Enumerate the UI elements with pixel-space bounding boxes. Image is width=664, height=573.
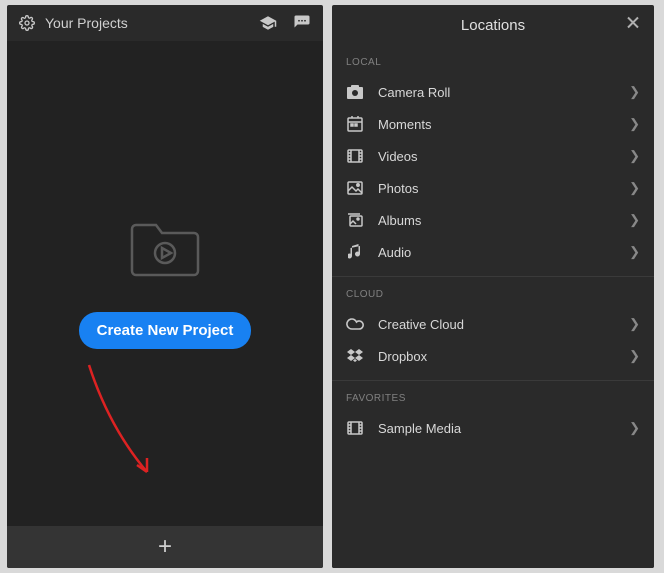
- add-project-bar[interactable]: +: [7, 526, 323, 568]
- moments-icon: [346, 116, 364, 132]
- chevron-right-icon: ❯: [629, 180, 640, 196]
- chevron-right-icon: ❯: [629, 212, 640, 228]
- tutorials-icon[interactable]: [259, 14, 277, 32]
- item-label: Albums: [378, 213, 629, 228]
- camera-roll-icon: [346, 85, 364, 99]
- albums-icon: [346, 213, 364, 227]
- location-item-dropbox[interactable]: Dropbox ❯: [332, 340, 654, 372]
- projects-body: Create New Project: [7, 41, 323, 526]
- plus-icon: +: [158, 533, 172, 561]
- locations-title: Locations: [461, 17, 525, 34]
- location-item-albums[interactable]: Albums ❯: [332, 204, 654, 236]
- location-item-sample-media[interactable]: Sample Media ❯: [332, 412, 654, 444]
- chevron-right-icon: ❯: [629, 348, 640, 364]
- chevron-right-icon: ❯: [629, 316, 640, 332]
- location-item-camera-roll[interactable]: Camera Roll ❯: [332, 76, 654, 108]
- item-label: Creative Cloud: [378, 317, 629, 332]
- close-icon[interactable]: [626, 16, 640, 35]
- locations-body: LOCAL Camera Roll ❯ Moments ❯ Videos ❯: [332, 45, 654, 568]
- videos-icon: [346, 149, 364, 163]
- arrow-annotation: [69, 357, 179, 492]
- projects-title: Your Projects: [45, 15, 243, 31]
- projects-header: Your Projects: [7, 5, 323, 41]
- chevron-right-icon: ❯: [629, 84, 640, 100]
- item-label: Camera Roll: [378, 85, 629, 100]
- chevron-right-icon: ❯: [629, 244, 640, 260]
- location-item-moments[interactable]: Moments ❯: [332, 108, 654, 140]
- item-label: Photos: [378, 181, 629, 196]
- creative-cloud-icon: [346, 318, 364, 330]
- create-new-project-button[interactable]: Create New Project: [79, 312, 252, 349]
- empty-folder-icon: [128, 219, 202, 284]
- feedback-icon[interactable]: [293, 14, 311, 32]
- locations-header: Locations: [332, 5, 654, 45]
- item-label: Dropbox: [378, 349, 629, 364]
- section-header-cloud: CLOUD: [332, 277, 654, 308]
- projects-panel: Your Projects Create New Project: [7, 5, 323, 568]
- item-label: Audio: [378, 245, 629, 260]
- chevron-right-icon: ❯: [629, 420, 640, 436]
- item-label: Moments: [378, 117, 629, 132]
- audio-icon: [346, 244, 364, 260]
- photos-icon: [346, 181, 364, 195]
- location-item-creative-cloud[interactable]: Creative Cloud ❯: [332, 308, 654, 340]
- location-item-audio[interactable]: Audio ❯: [332, 236, 654, 268]
- location-item-photos[interactable]: Photos ❯: [332, 172, 654, 204]
- locations-panel: Locations LOCAL Camera Roll ❯ Moments ❯ …: [332, 5, 654, 568]
- location-item-videos[interactable]: Videos ❯: [332, 140, 654, 172]
- section-header-local: LOCAL: [332, 45, 654, 76]
- chevron-right-icon: ❯: [629, 116, 640, 132]
- item-label: Videos: [378, 149, 629, 164]
- chevron-right-icon: ❯: [629, 148, 640, 164]
- settings-icon[interactable]: [19, 15, 35, 31]
- item-label: Sample Media: [378, 421, 629, 436]
- dropbox-icon: [346, 349, 364, 363]
- sample-media-icon: [346, 421, 364, 435]
- section-header-favorites: FAVORITES: [332, 381, 654, 412]
